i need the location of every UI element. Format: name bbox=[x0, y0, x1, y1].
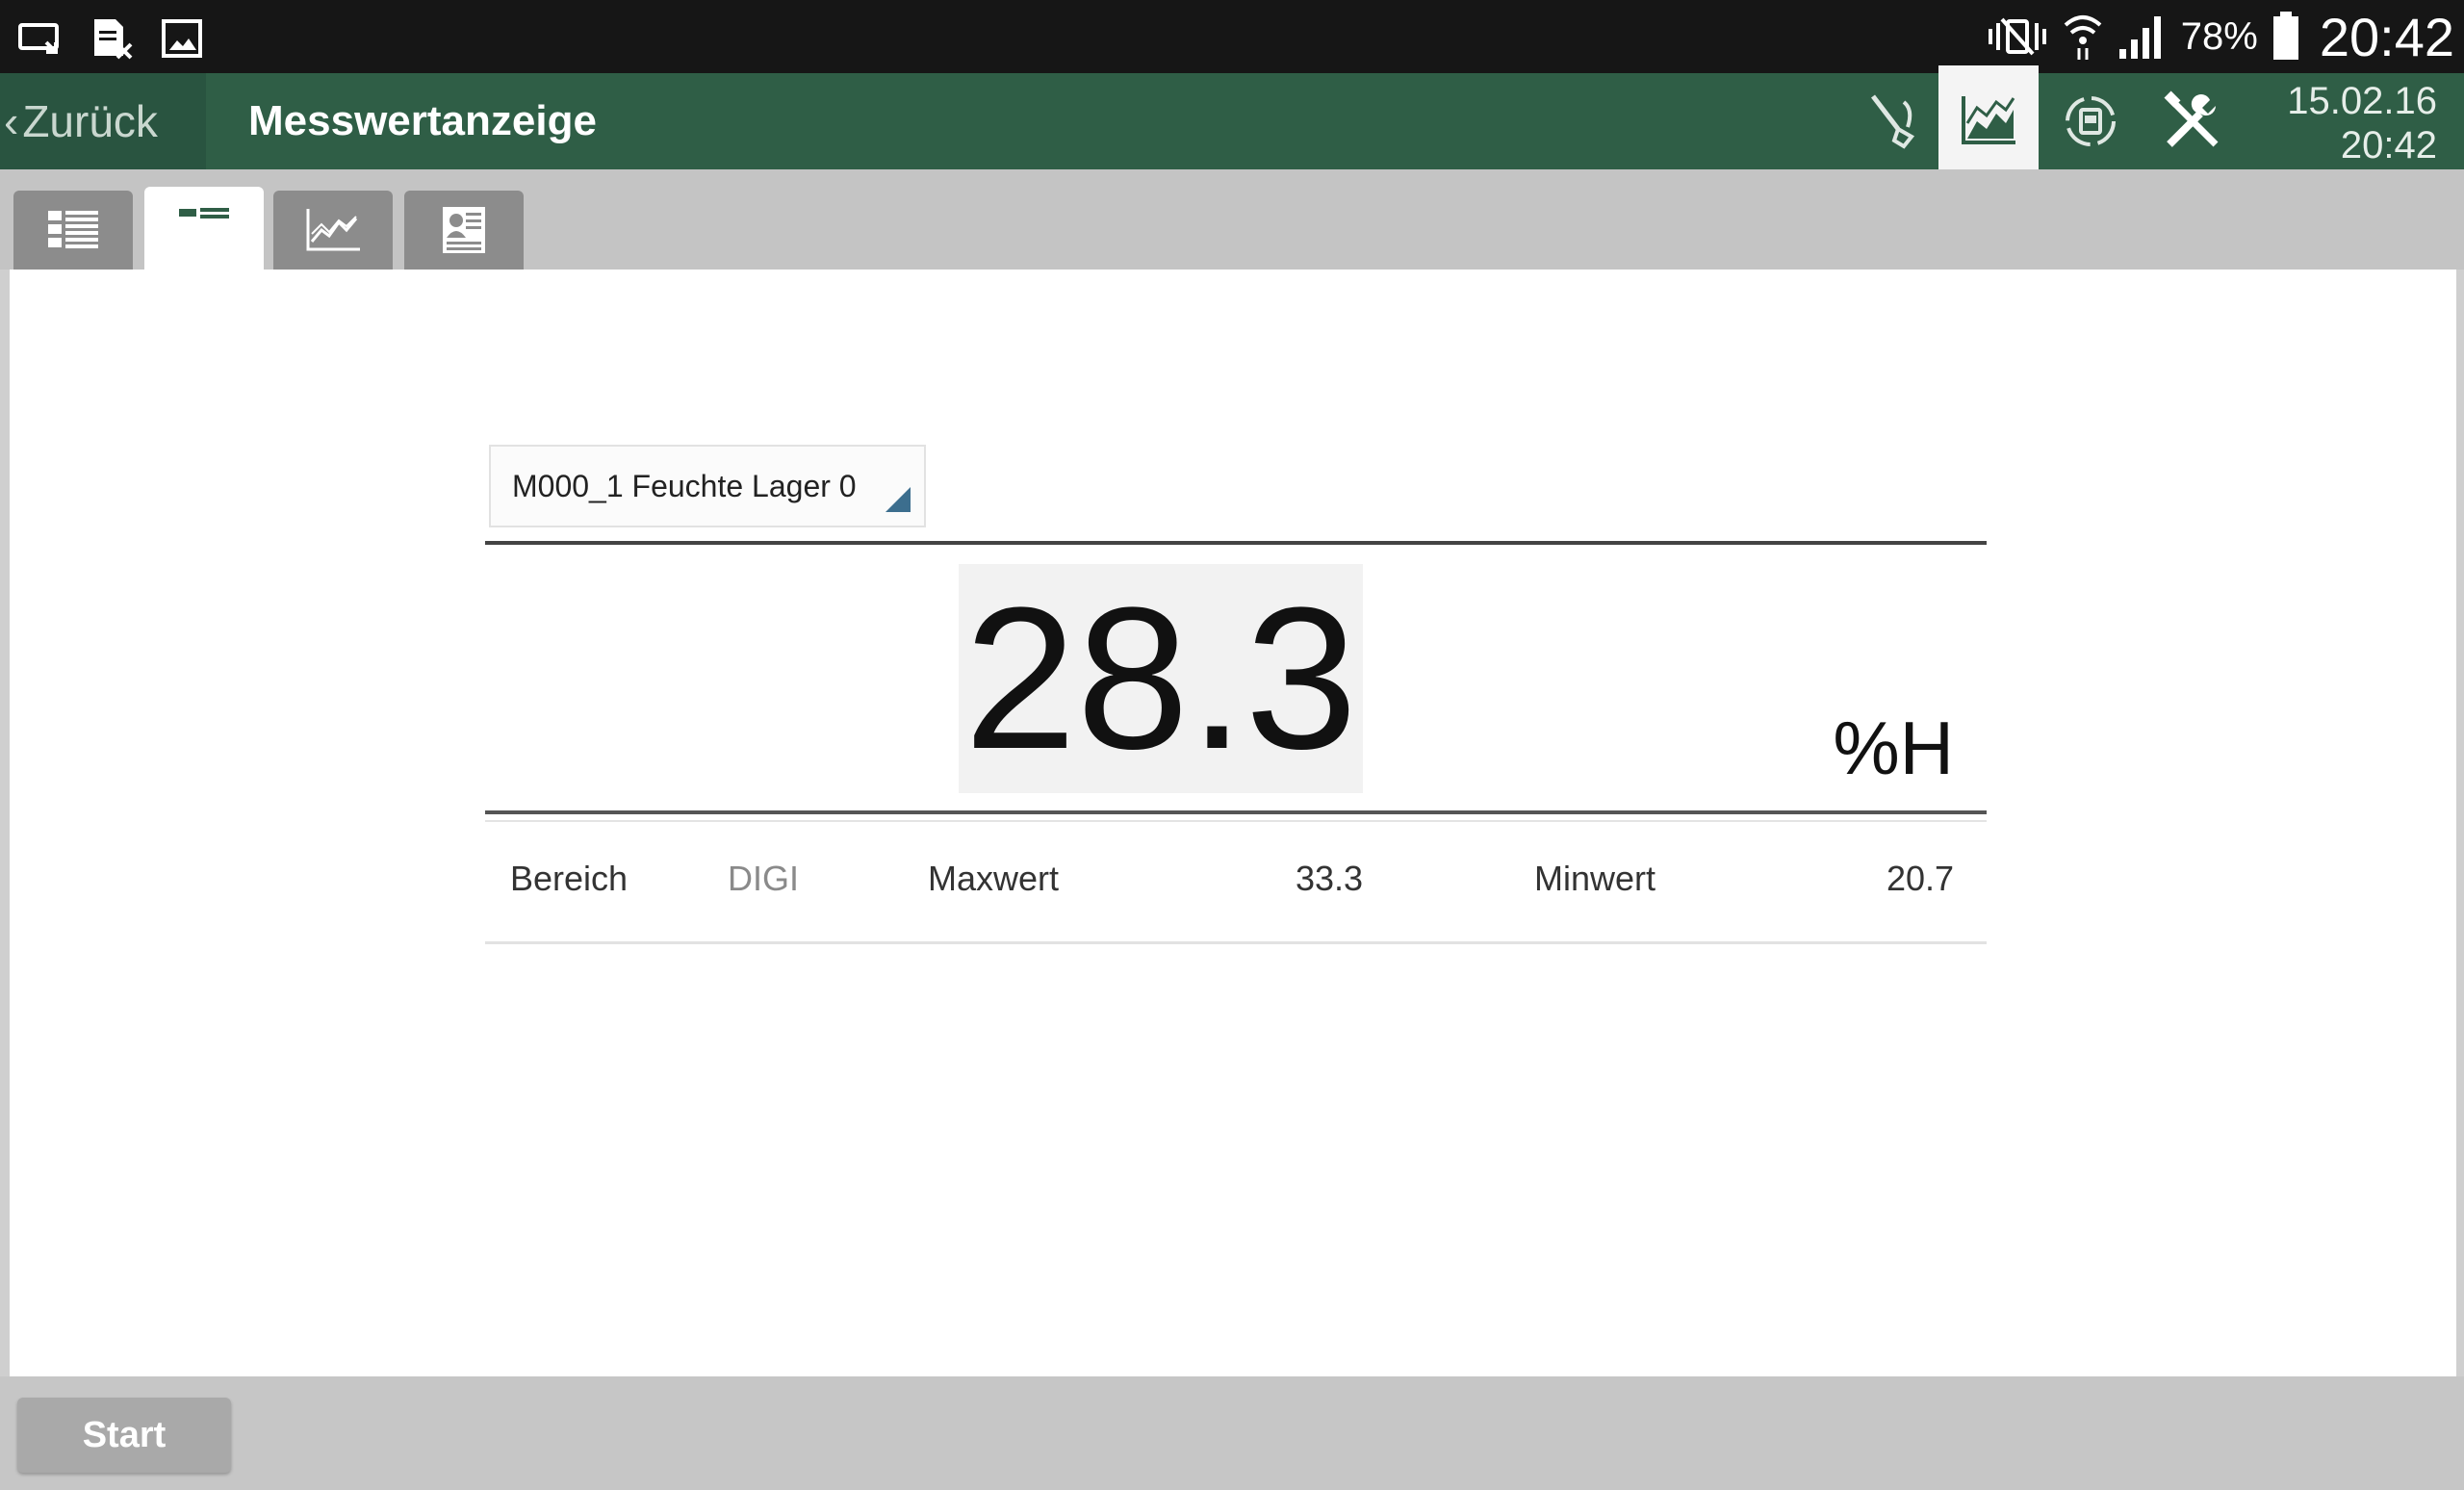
measured-value: 28.3 bbox=[963, 565, 1358, 791]
divider bbox=[485, 810, 1987, 814]
max-label: Maxwert bbox=[928, 859, 1060, 898]
wifi-icon bbox=[2064, 15, 2102, 60]
header-time: 20:42 bbox=[2340, 124, 2437, 167]
document-x-icon bbox=[94, 19, 133, 60]
battery-percent: 78% bbox=[2180, 14, 2258, 58]
divider bbox=[485, 820, 1987, 822]
divider bbox=[485, 941, 1987, 944]
bottom-bar: Start bbox=[0, 1376, 2464, 1490]
image-icon bbox=[162, 19, 202, 58]
action-bar: ‹ Zurück Messwertanzeige 15.02.16 20:42 bbox=[0, 65, 2464, 173]
notification-icons bbox=[17, 17, 206, 60]
min-label: Minwert bbox=[1534, 859, 1656, 898]
divider bbox=[485, 541, 1987, 545]
measured-unit: %H bbox=[1833, 706, 1954, 790]
system-icons: 78% 20:42 bbox=[1987, 6, 2454, 67]
status-bar: 78% 20:42 bbox=[0, 0, 2464, 73]
page-title: Messwertanzeige bbox=[248, 97, 597, 144]
min-value: 20.7 bbox=[1886, 859, 1955, 898]
tools-icon[interactable] bbox=[2143, 73, 2243, 169]
sync-icon[interactable] bbox=[2040, 73, 2141, 169]
stats-row: Bereich DIGI Maxwert 33.3 Minwert 20.7 bbox=[485, 834, 1987, 926]
back-label: Zurück bbox=[22, 96, 158, 146]
status-clock: 20:42 bbox=[2319, 6, 2454, 67]
channel-select-value: M000_1 Feuchte Lager 0 bbox=[512, 468, 857, 503]
start-button[interactable]: Start bbox=[17, 1398, 231, 1473]
value-display: 28.3 bbox=[959, 564, 1363, 793]
screen-cast-icon bbox=[18, 23, 59, 54]
range-value: DIGI bbox=[728, 859, 800, 898]
header-date: 15.02.16 bbox=[2287, 80, 2437, 122]
mute-vibrate-icon bbox=[1988, 17, 2046, 56]
tab-report[interactable] bbox=[404, 191, 524, 270]
signal-icon bbox=[2118, 16, 2161, 59]
chart-icon[interactable] bbox=[1938, 65, 2039, 173]
tab-line-chart[interactable] bbox=[273, 191, 393, 270]
chevron-left-icon: ‹ bbox=[4, 96, 19, 146]
back-button[interactable]: ‹ Zurück bbox=[0, 73, 206, 169]
measurement-panel: M000_1 Feuchte Lager 0 28.3 %H Bereich D… bbox=[10, 270, 2456, 1376]
header-datetime: 15.02.16 20:42 bbox=[2287, 79, 2437, 167]
probe-icon[interactable] bbox=[1840, 73, 1940, 169]
line-chart-icon bbox=[306, 209, 360, 251]
single-value-icon bbox=[179, 208, 229, 218]
channel-select[interactable]: M000_1 Feuchte Lager 0 bbox=[489, 445, 926, 527]
max-value: 33.3 bbox=[1296, 859, 1364, 898]
list-icon bbox=[48, 211, 98, 248]
range-label: Bereich bbox=[510, 859, 629, 898]
view-tabs bbox=[0, 169, 2464, 273]
report-icon bbox=[443, 207, 485, 253]
tab-single-value[interactable] bbox=[144, 187, 264, 273]
dropdown-triangle-icon bbox=[886, 487, 911, 512]
tab-list[interactable] bbox=[13, 191, 133, 270]
battery-icon bbox=[2272, 12, 2298, 60]
